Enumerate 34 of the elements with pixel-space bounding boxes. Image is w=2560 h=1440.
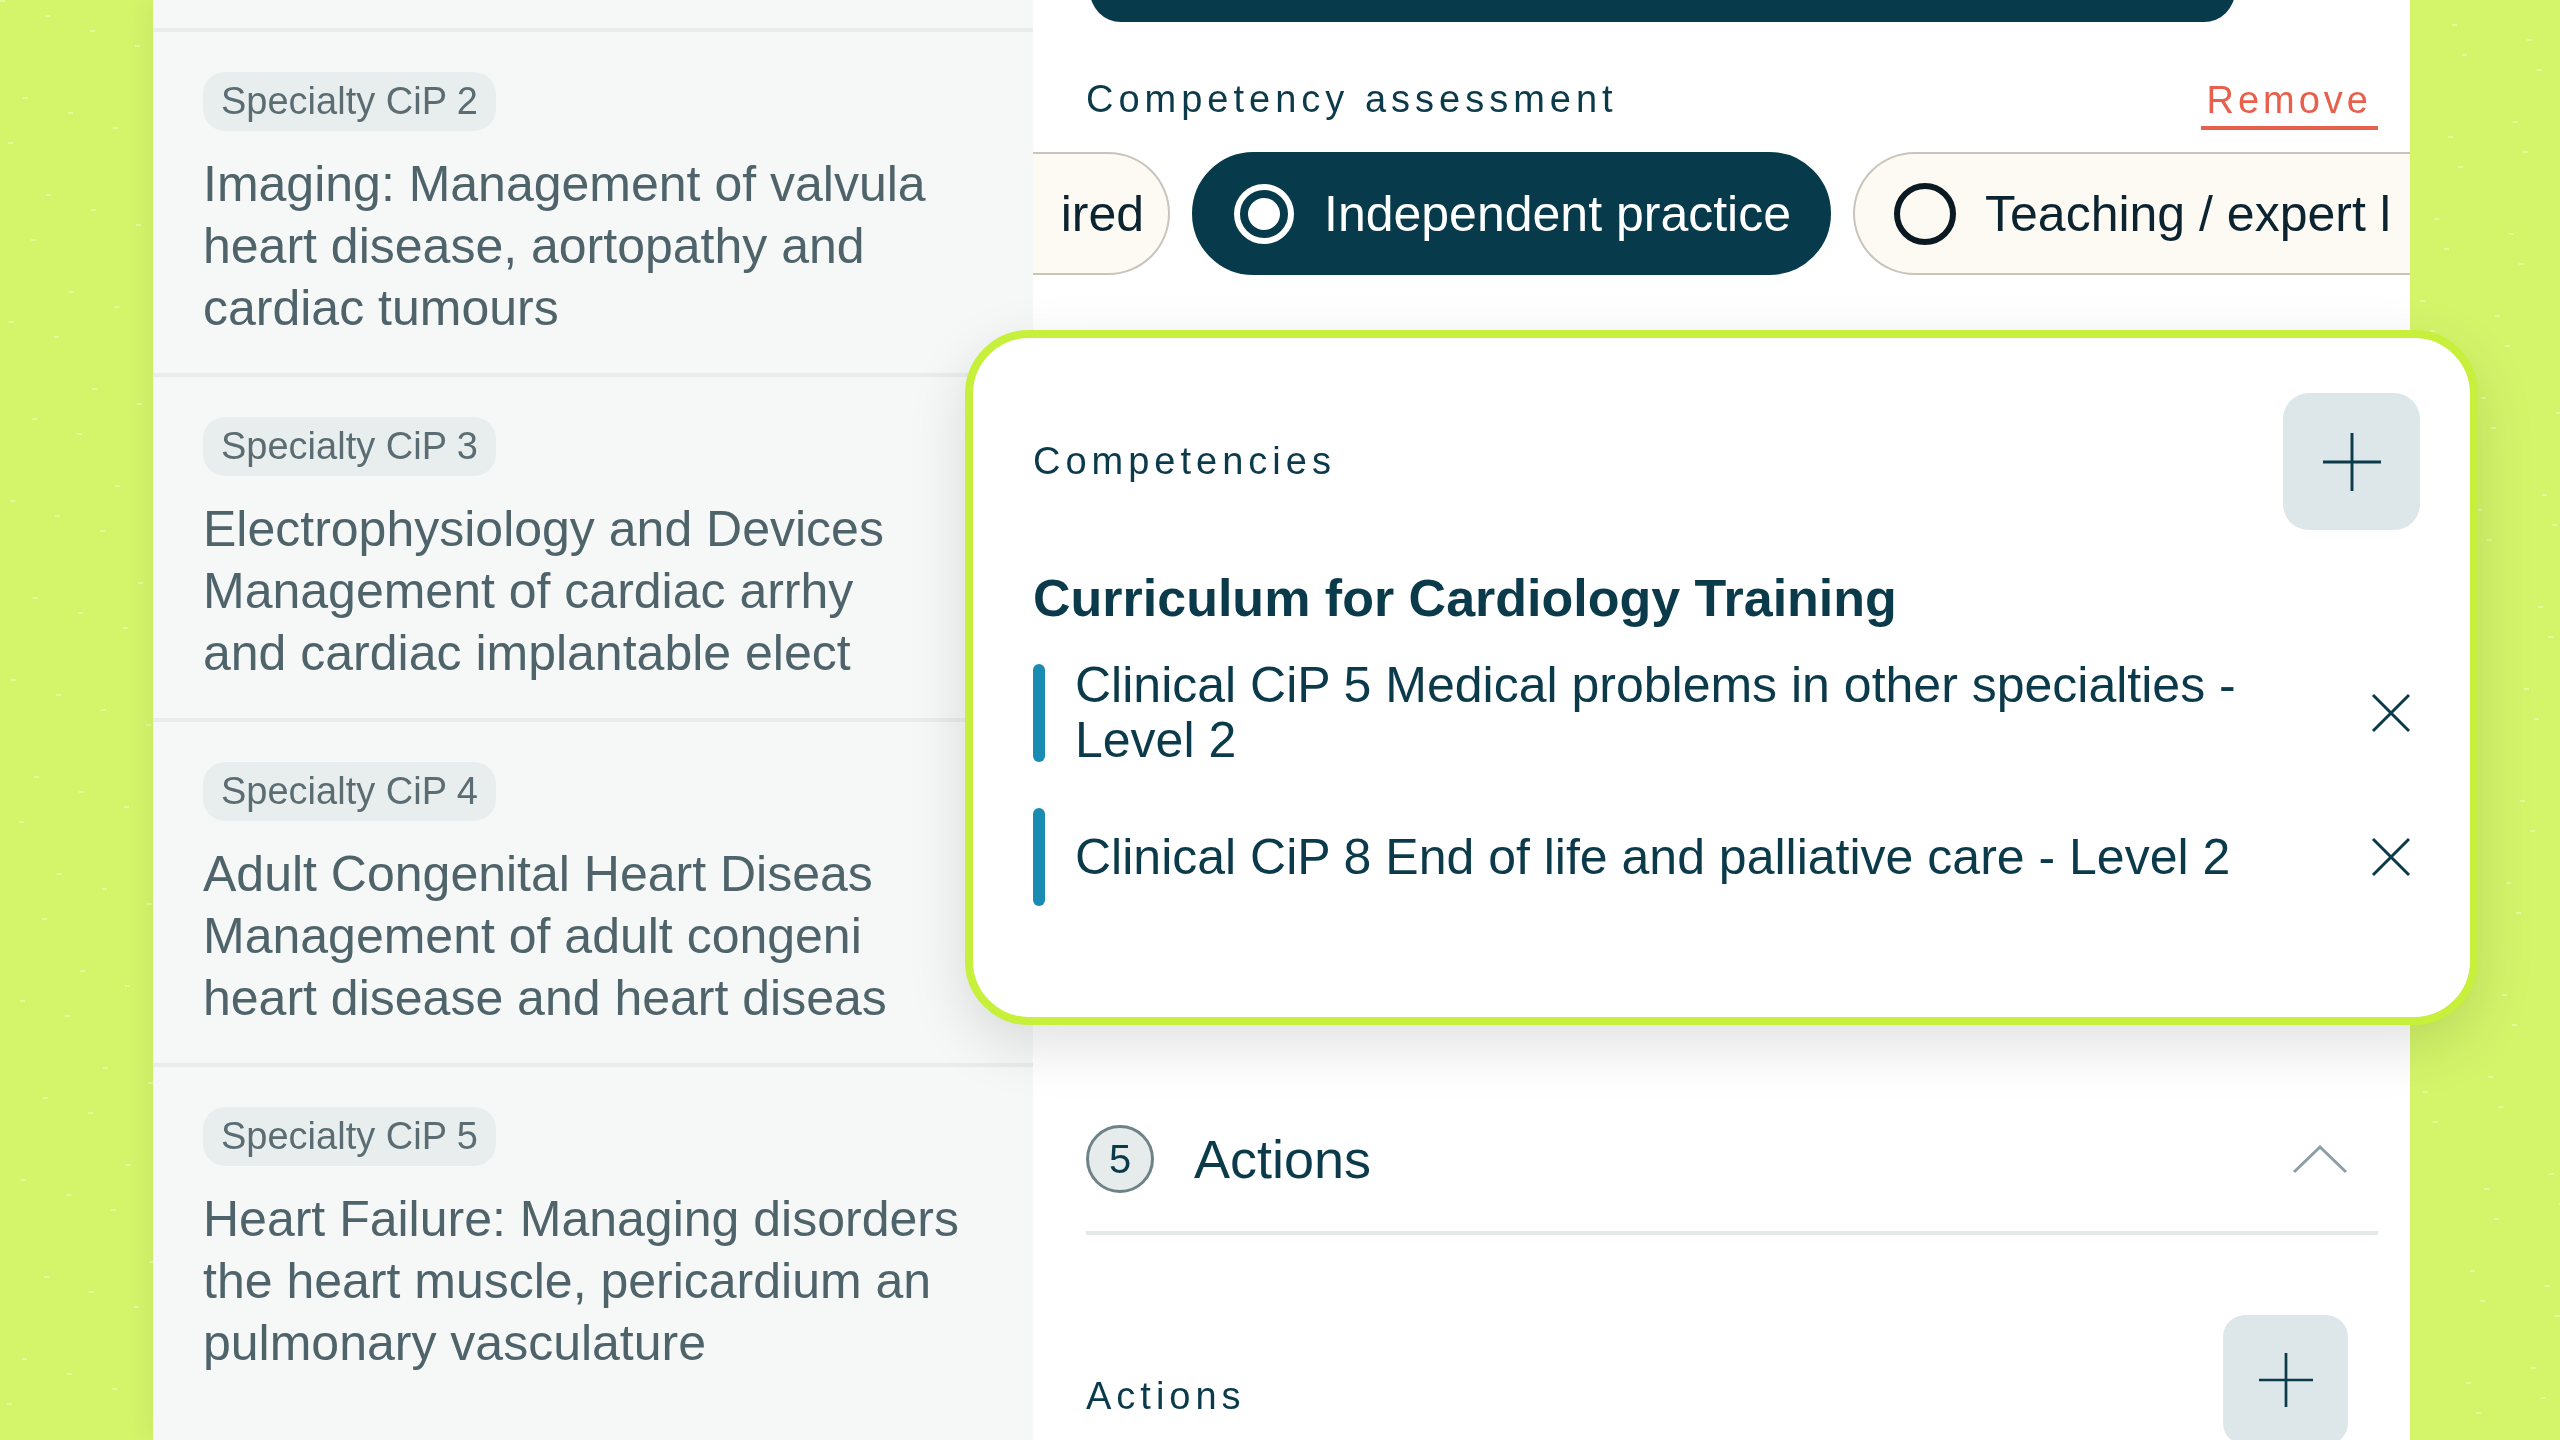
cip-title: Management of adult congeni: [203, 907, 862, 966]
section-label: Actions: [1086, 1375, 1246, 1418]
plus-icon: [2322, 432, 2381, 491]
cip-title: heart disease, aortopathy and: [203, 217, 865, 276]
cip-title: Heart Failure: Managing disorders: [203, 1190, 959, 1249]
cip-title: Imaging: Management of valvula: [203, 155, 926, 214]
cip-title: Adult Congenital Heart Diseas: [203, 845, 873, 904]
plus-icon: [2258, 1353, 2313, 1407]
radio-icon: [1232, 181, 1296, 246]
cip-tag: Specialty CiP 3: [203, 417, 496, 476]
curriculum-title: Curriculum for Cardiology Training: [1033, 568, 1898, 628]
add-button[interactable]: [2223, 1315, 2348, 1440]
cip-title: the heart muscle, pericardium an: [203, 1252, 932, 1311]
cip-tag: Specialty CiP 2: [203, 72, 496, 131]
cip-title: Management of cardiac arrhy: [203, 562, 854, 621]
section-title: Actions: [1194, 1128, 1372, 1190]
option-pill[interactable]: Teaching / expert l: [1853, 152, 2410, 275]
card-title: Competencies: [1033, 440, 1336, 483]
cip-title: heart disease and heart diseas: [203, 969, 887, 1028]
cip-tag: Specialty CiP 4: [203, 762, 496, 821]
cip-tag: Specialty CiP 5: [203, 1107, 496, 1166]
option-pill[interactable]: ired: [1033, 152, 1170, 275]
step-number: 5: [1086, 1125, 1154, 1193]
cip-title: and cardiac implantable elect: [203, 624, 851, 683]
radio-icon: [1893, 181, 1958, 246]
cip-title: Electrophysiology and Devices: [203, 500, 884, 559]
competency-item: Clinical CiP 5 Medical problems in other specialties - Level 2: [1075, 658, 2237, 768]
add-button[interactable]: [2283, 393, 2420, 530]
chevron-icon[interactable]: [2292, 1144, 2348, 1174]
cip-title: pulmonary vasculature: [203, 1314, 707, 1373]
section-label: Competency assessment: [1086, 78, 1618, 121]
cip-title: cardiac tumours: [203, 279, 559, 338]
competency-item: Clinical CiP 8 End of life and palliative care - Level 2: [1075, 829, 2232, 885]
option-pill[interactable]: Independent practice: [1192, 152, 1832, 275]
